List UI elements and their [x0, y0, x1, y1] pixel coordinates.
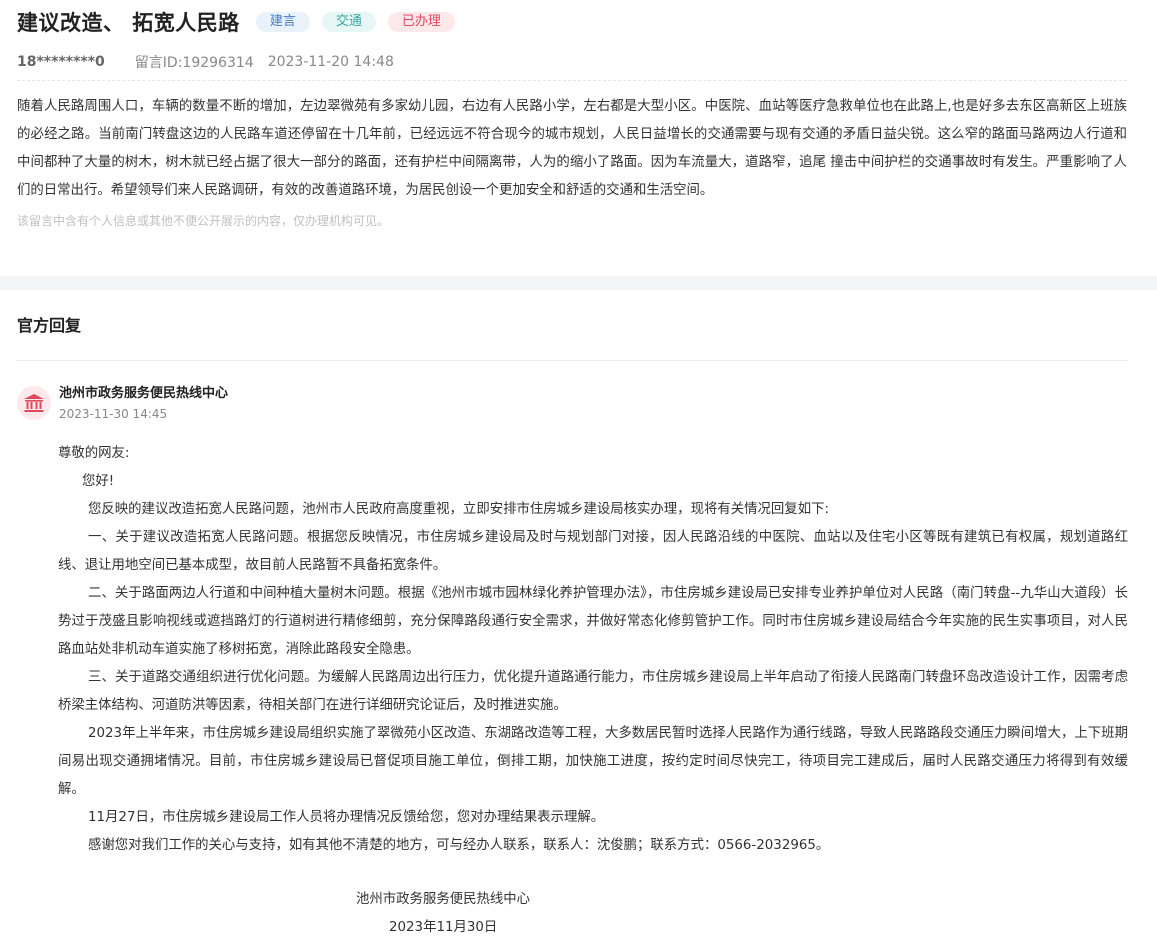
reply-paragraph: 2023年上半年来，市住房城乡建设局组织实施了翠微苑小区改造、东湖路改造等工程，…: [58, 726, 1128, 797]
reply-paragraph: 二、关于路面两边人行道和中间种植大量树木问题。根据《池州市城市园林绿化养护管理办…: [58, 586, 1128, 657]
message-id: 留言ID:19296314: [134, 55, 254, 71]
message-title: 建议改造、 拓宽人民路: [17, 11, 240, 35]
reply-section-title: 官方回复: [17, 316, 82, 335]
government-building-icon: [17, 386, 51, 420]
reply-time: 2023-11-30 14:45: [59, 407, 168, 421]
message-content: 随着人民路周围人口，车辆的数量不断的增加，左边翠微苑有多家幼儿园，右边有人民路小…: [17, 99, 1127, 198]
reply-paragraph: 三、关于道路交通组织进行优化问题。为缓解人民路周边出行压力，优化提升道路通行能力…: [58, 670, 1128, 713]
reply-org: 池州市政务服务便民热线中心 2023-11-30 14:45: [17, 384, 228, 424]
reply-body: 尊敬的网友: 您好! 您反映的建议改造拓宽人民路问题，池州市人民政府高度重视，立…: [58, 440, 1128, 860]
tag-status-handled: 已办理: [387, 12, 455, 32]
reply-paragraph: 感谢您对我们工作的关心与支持，如有其他不清楚的地方，可与经办人联系，联系人：沈俊…: [88, 838, 830, 853]
privacy-notice: 该留言中含有个人信息或其他不便公开展示的内容，仅办理机构可见。: [17, 214, 390, 228]
section-divider: [0, 276, 1157, 290]
reply-paragraph: 您反映的建议改造拓宽人民路问题，池州市人民政府高度重视，立即安排市住房城乡建设局…: [88, 502, 829, 517]
message-section: 建议改造、 拓宽人民路 建言 交通 已办理 18********0 留言ID:1…: [0, 0, 1157, 235]
page: 建议改造、 拓宽人民路 建言 交通 已办理 18********0 留言ID:1…: [0, 0, 1157, 947]
reply-paragraph: 一、关于建议改造拓宽人民路问题。根据您反映情况，市住房城乡建设局及时与规划部门对…: [58, 530, 1128, 573]
reply-greeting: 尊敬的网友:: [58, 446, 130, 461]
signature-org: 池州市政务服务便民热线中心: [356, 892, 531, 907]
reply-divider: [17, 360, 1127, 361]
reply-hello: 您好!: [82, 474, 115, 489]
reply-paragraph: 11月27日，市住房城乡建设局工作人员将办理情况反馈给您，您对办理结果表示理解。: [88, 810, 605, 825]
signature-date: 2023年11月30日: [389, 920, 498, 935]
reply-org-name: 池州市政务服务便民热线中心: [59, 386, 229, 401]
tag-suggestion: 建言: [255, 12, 310, 32]
tag-traffic: 交通: [321, 12, 376, 32]
message-datetime: 2023-11-20 14:48: [267, 54, 394, 70]
title-row: 建议改造、 拓宽人民路 建言 交通 已办理: [17, 0, 1127, 44]
message-meta: 18********0 留言ID:19296314 2023-11-20 14:…: [17, 44, 1127, 81]
message-user: 18********0: [17, 54, 105, 70]
